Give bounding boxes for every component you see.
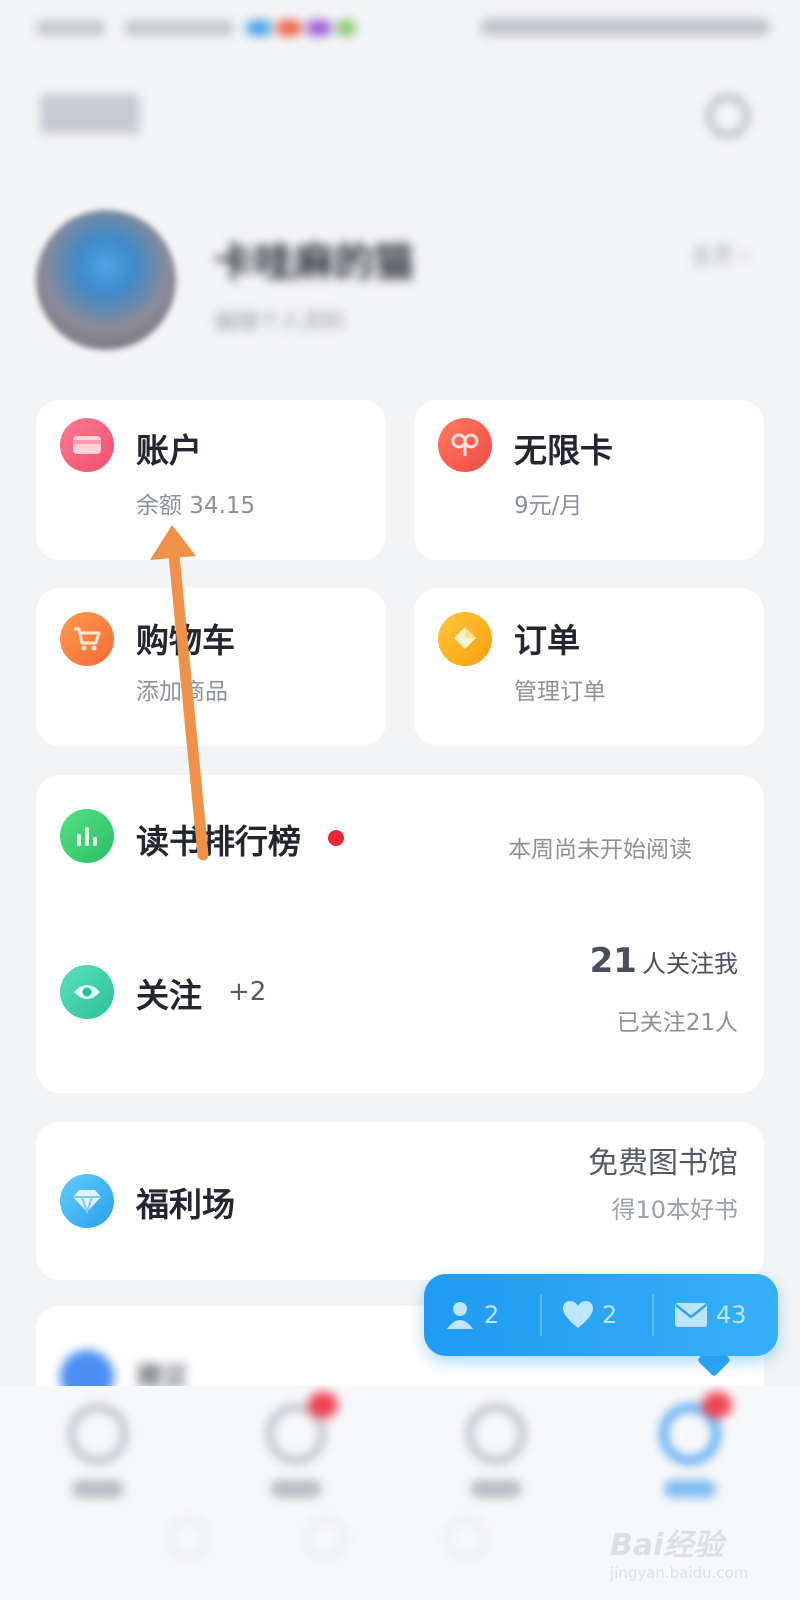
system-recent-icon[interactable]: [446, 1518, 486, 1558]
account-card[interactable]: 账户 余额 34.15: [36, 400, 386, 560]
likes-stat[interactable]: 2: [562, 1294, 617, 1336]
welfare-card[interactable]: 福利场 免费图书馆 得10本好书: [36, 1122, 764, 1280]
app-logo-icon: [40, 94, 140, 134]
system-back-icon[interactable]: [168, 1518, 208, 1558]
follow-row[interactable]: 关注 +2 21 人关注我 已关注21人: [36, 925, 764, 1093]
messages-count: 43: [716, 1301, 747, 1329]
unlimited-card[interactable]: 无限卡 9元/月: [414, 400, 764, 560]
status-bar-left: [36, 16, 426, 38]
tab-label-bookstore: [270, 1480, 322, 1498]
reading-rank-title: 读书排行榜: [136, 822, 301, 861]
likes-count: 2: [602, 1301, 618, 1329]
profile-name: 卡哇麻的猫: [214, 240, 414, 286]
tab-label-me: [664, 1480, 716, 1498]
followers-summary: 21 人关注我: [590, 941, 738, 981]
float-divider: [652, 1294, 654, 1336]
following-count: 已关注21人: [616, 1010, 738, 1036]
welfare-title: 福利场: [136, 1185, 235, 1224]
tab-bookstore[interactable]: [236, 1392, 356, 1514]
system-home-icon[interactable]: [306, 1518, 346, 1558]
profile-homepage-link[interactable]: 主页 ›: [690, 238, 750, 270]
mail-icon: [675, 1303, 707, 1327]
reading-rank-status: 本周尚未开始阅读: [508, 837, 692, 863]
friends-count: 2: [484, 1301, 500, 1329]
profile-header[interactable]: 卡哇麻的猫 编辑个人资料 主页 ›: [0, 200, 800, 360]
bar-chart-icon: [60, 809, 114, 863]
status-bar-right: [480, 18, 770, 36]
account-balance: 余额 34.15: [136, 493, 256, 519]
avatar[interactable]: [36, 210, 176, 350]
infinity-icon: [438, 418, 492, 472]
tab-badge: [308, 1392, 338, 1418]
unlimited-title: 无限卡: [514, 431, 613, 470]
eye-icon: [60, 965, 114, 1019]
watermark-sub: jingyan.baidu.com: [610, 1564, 749, 1582]
order-icon: [438, 612, 492, 666]
free-library-label: 免费图书馆: [588, 1146, 738, 1181]
top-nav: [0, 80, 800, 150]
bookshelf-icon: [68, 1404, 128, 1464]
free-books-label: 得10本好书: [611, 1196, 738, 1224]
order-subtitle: 管理订单: [514, 679, 606, 705]
tab-badge: [702, 1392, 732, 1418]
follow-title: 关注: [136, 976, 202, 1015]
messages-stat[interactable]: 43: [674, 1294, 747, 1336]
tab-me[interactable]: [630, 1392, 750, 1514]
unlimited-price: 9元/月: [514, 493, 583, 519]
wallet-icon: [60, 418, 114, 472]
cart-title: 购物车: [136, 621, 235, 660]
tab-label-bookshelf: [72, 1480, 124, 1498]
friends-stat[interactable]: 2: [444, 1294, 499, 1336]
status-bar: [0, 0, 800, 52]
account-title: 账户: [136, 431, 202, 470]
watermark-main: Bai经验: [610, 1528, 724, 1563]
person-icon: [447, 1302, 473, 1329]
follow-delta: +2: [228, 977, 267, 1007]
rank-follow-card: 读书排行榜 本周尚未开始阅读 关注 +2 21 人关注我 已关注21人: [36, 775, 764, 1093]
tab-label-discover: [470, 1480, 522, 1498]
float-divider: [540, 1294, 542, 1336]
new-indicator-dot: [328, 830, 344, 846]
social-float-bar[interactable]: 2 2 43: [424, 1274, 778, 1356]
edit-profile-link[interactable]: 编辑个人资料: [214, 304, 346, 336]
settings-icon[interactable]: [706, 94, 750, 138]
watermark: Bai经验 jingyan.baidu.com: [610, 1520, 760, 1590]
reading-rank-row[interactable]: 读书排行榜 本周尚未开始阅读: [36, 775, 764, 925]
cart-card[interactable]: 购物车 添加商品: [36, 588, 386, 746]
diamond-icon: [60, 1174, 114, 1228]
followers-count: 21: [589, 941, 637, 981]
tab-bookshelf[interactable]: [38, 1404, 158, 1514]
followers-label: 人关注我: [642, 950, 738, 978]
order-card[interactable]: 订单 管理订单: [414, 588, 764, 746]
cart-subtitle: 添加商品: [136, 679, 228, 705]
tab-discover[interactable]: [436, 1404, 556, 1514]
discover-icon: [466, 1404, 526, 1464]
heart-icon: [563, 1301, 593, 1328]
order-title: 订单: [514, 621, 580, 660]
cart-icon: [60, 612, 114, 666]
